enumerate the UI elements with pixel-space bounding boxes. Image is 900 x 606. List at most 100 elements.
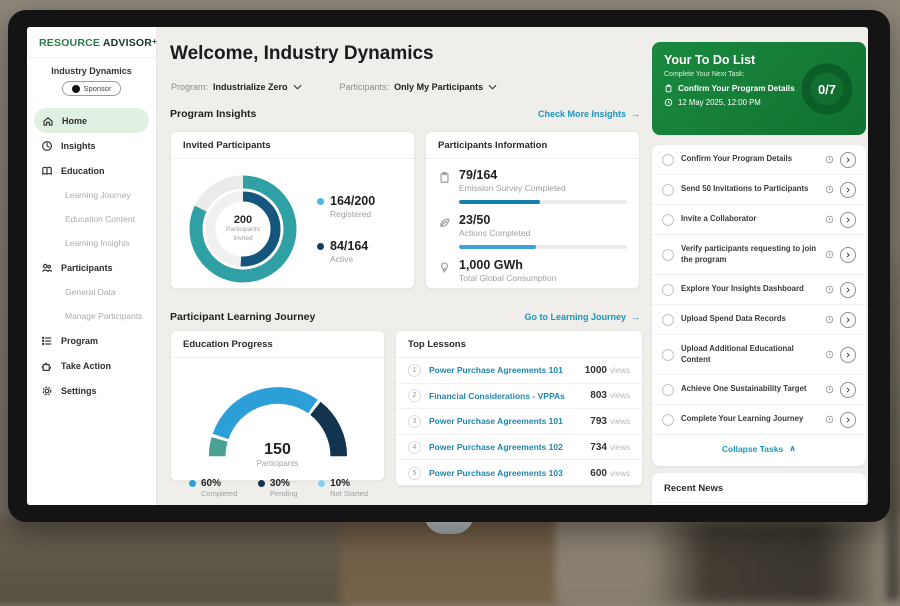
lesson-link[interactable]: Power Purchase Agreements 102 (429, 442, 590, 452)
gauge-legend: 60% Completed 30% Pending 10% Not Star (171, 468, 384, 498)
task-row[interactable]: Achieve One Sustainability Target (652, 375, 866, 405)
sidebar-item-program[interactable]: Program (27, 328, 156, 353)
task-open-button[interactable] (840, 347, 856, 363)
task-open-button[interactable] (840, 152, 856, 168)
section-title: Program Insights (170, 108, 256, 120)
participants-filter[interactable]: Participants: Only My Participants (340, 82, 498, 92)
clipboard-icon (664, 84, 673, 93)
lesson-row: 2 Financial Considerations - VPPAs 803 v… (396, 384, 642, 410)
arrow-right-icon: → (631, 312, 640, 322)
progress-track (459, 200, 627, 204)
insights-icon (41, 140, 53, 152)
gauge-center-value: 150 (183, 441, 373, 459)
sidebar-item-insights[interactable]: Insights (27, 133, 156, 158)
sponsor-badge-label: Sponsor (84, 84, 112, 93)
task-row[interactable]: Upload Spend Data Records (652, 305, 866, 335)
sidebar-item-manage-participants[interactable]: Manage Participants (27, 304, 156, 328)
sidebar-item-take-action[interactable]: Take Action (27, 353, 156, 378)
chevron-down-icon (488, 84, 497, 90)
clock-icon (825, 285, 834, 294)
participants-filter-value: Only My Participants (394, 82, 483, 92)
chevron-right-icon (844, 416, 852, 424)
task-checkbox[interactable] (662, 314, 674, 326)
views-count: 793 (590, 416, 607, 427)
program-filter[interactable]: Program: Industrialize Zero (171, 82, 302, 92)
sidebar-item-general-data[interactable]: General Data (27, 280, 156, 304)
lesson-link[interactable]: Power Purchase Agreements 103 (429, 468, 590, 478)
task-open-button[interactable] (840, 412, 856, 428)
task-checkbox[interactable] (662, 249, 674, 261)
background-desk-left (0, 516, 350, 606)
todo-progress-ring: 0/7 (798, 60, 856, 118)
task-row[interactable]: Verify participants requesting to join t… (652, 235, 866, 275)
completed-dot-icon (189, 480, 196, 487)
task-open-button[interactable] (840, 282, 856, 298)
task-open-button[interactable] (840, 312, 856, 328)
rank-badge: 3 (408, 415, 421, 428)
sidebar-item-education[interactable]: Education (27, 158, 156, 183)
sidebar-item-home[interactable]: Home (34, 108, 149, 133)
active-label: Active (330, 254, 368, 264)
task-row[interactable]: Confirm Your Program Details (652, 145, 866, 175)
task-row[interactable]: Explore Your Insights Dashboard (652, 275, 866, 305)
check-more-insights-link[interactable]: Check More Insights → (538, 109, 640, 119)
lesson-link[interactable]: Financial Considerations - VPPAs (429, 391, 590, 401)
task-row[interactable]: Invite a Collaborator (652, 205, 866, 235)
task-row[interactable]: Upload Additional Educational Content (652, 335, 866, 375)
legend-registered: 164/200 Registered (317, 194, 375, 219)
task-checkbox[interactable] (662, 214, 674, 226)
task-label: Confirm Your Program Details (681, 154, 821, 164)
legend-not-started: 10% Not Started (318, 478, 368, 498)
stat-value: 23/50 (459, 213, 627, 227)
section-title: Participant Learning Journey (170, 311, 315, 323)
sidebar-item-learning-journey[interactable]: Learning Journey (27, 183, 156, 207)
task-checkbox[interactable] (662, 184, 674, 196)
todo-counter: 0/7 (798, 60, 856, 118)
task-checkbox[interactable] (662, 154, 674, 166)
progress-fill (459, 245, 536, 249)
rank-badge: 5 (408, 467, 421, 480)
task-checkbox[interactable] (662, 384, 674, 396)
active-dot-icon (317, 243, 324, 250)
views-suffix: views (610, 391, 630, 400)
gauge-blue-segment (220, 395, 312, 436)
sidebar-item-label: Home (62, 116, 87, 126)
clock-icon (825, 385, 834, 394)
card-title: Education Progress (171, 331, 384, 358)
task-open-button[interactable] (840, 382, 856, 398)
collapse-tasks-link[interactable]: Collapse Tasks ∧ (652, 435, 866, 462)
sidebar-item-label: Participants (61, 263, 113, 273)
chevron-right-icon (844, 351, 852, 359)
chevron-right-icon (844, 216, 852, 224)
recent-news-card: Recent News (652, 473, 866, 505)
sidebar-item-settings[interactable]: Settings (27, 378, 156, 403)
legend-completed: 60% Completed (189, 478, 237, 498)
todo-tasks-card: Confirm Your Program Details Send 50 Inv… (652, 145, 866, 466)
sidebar-item-participants[interactable]: Participants (27, 255, 156, 280)
page-title: Welcome, Industry Dynamics (170, 43, 434, 65)
rank-badge: 2 (408, 389, 421, 402)
go-to-learning-journey-link[interactable]: Go to Learning Journey → (524, 312, 640, 322)
sidebar-item-label: Take Action (61, 361, 111, 371)
program-icon (41, 335, 53, 347)
sidebar-item-learning-insights[interactable]: Learning Insights (27, 231, 156, 255)
sidebar-item-label: Insights (61, 141, 96, 151)
task-open-button[interactable] (840, 182, 856, 198)
lesson-link[interactable]: Power Purchase Agreements 101 (429, 365, 585, 375)
task-open-button[interactable] (840, 247, 856, 263)
task-open-button[interactable] (840, 212, 856, 228)
task-checkbox[interactable] (662, 414, 674, 426)
gauge-center-label: Participants (183, 459, 373, 468)
task-checkbox[interactable] (662, 349, 674, 361)
logo-secondary: ADVISOR (103, 37, 152, 49)
task-row[interactable]: Complete Your Learning Journey (652, 405, 866, 435)
program-insights-header: Program Insights Check More Insights → (170, 108, 640, 120)
sponsor-badge[interactable]: Sponsor (62, 81, 122, 96)
lesson-link[interactable]: Power Purchase Agreements 101 (429, 416, 590, 426)
todo-due: 12 May 2025, 12:00 PM (664, 98, 798, 107)
task-row[interactable]: Send 50 Invitations to Participants (652, 175, 866, 205)
home-icon (42, 115, 54, 127)
progress-track (459, 245, 627, 249)
task-checkbox[interactable] (662, 284, 674, 296)
sidebar-item-education-content[interactable]: Education Content (27, 207, 156, 231)
